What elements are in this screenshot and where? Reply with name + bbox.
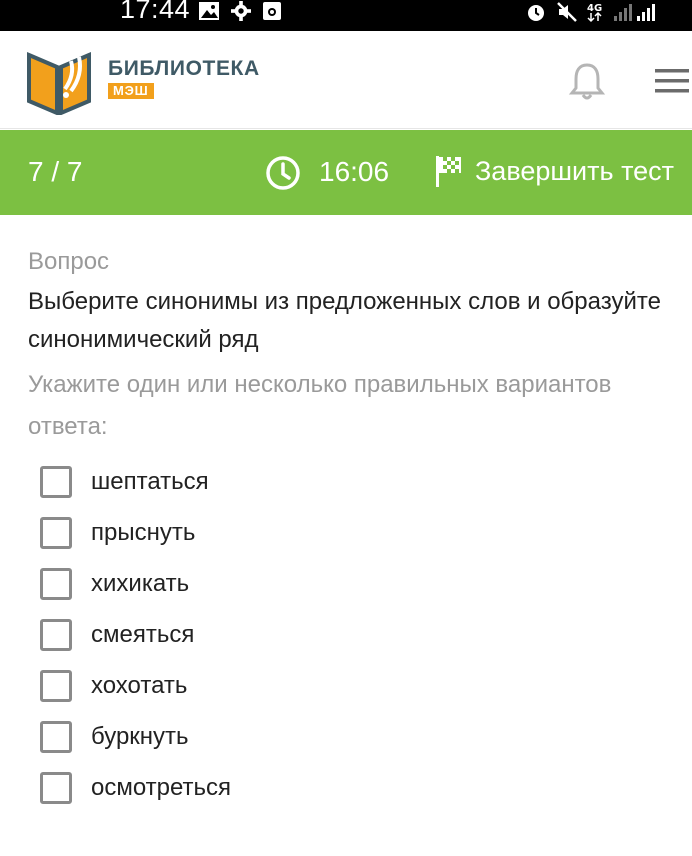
status-right-icons: 4G: [524, 1, 656, 23]
logo-subtitle: МЭШ: [108, 83, 154, 99]
status-left-icons: [198, 1, 282, 21]
status-bar: 17:44 4G: [0, 0, 692, 31]
finish-flag-icon: [436, 156, 461, 187]
answer-options: шептаться прыснуть хихикать смеяться хох…: [40, 456, 231, 813]
question-text: Выберите синонимы из предложенных слов и…: [28, 288, 661, 353]
bell-icon[interactable]: [568, 61, 606, 101]
answer-hint: Укажите один или несколько правильных ва…: [28, 371, 612, 440]
option-checkbox[interactable]: [40, 669, 72, 702]
answer-option[interactable]: смеяться: [40, 609, 231, 660]
image-icon: [199, 2, 219, 20]
finish-test-button[interactable]: Завершить тест: [433, 154, 674, 188]
clock-icon: [266, 156, 300, 190]
answer-option[interactable]: хихикать: [40, 558, 231, 609]
question-label: Вопрос: [28, 248, 110, 275]
settings-icon: [231, 1, 251, 21]
test-toolbar: 7 / 7 16:06 Завершить тест: [0, 130, 692, 215]
svg-text:4G: 4G: [587, 3, 602, 14]
option-checkbox[interactable]: [40, 567, 72, 600]
option-label[interactable]: прыснуть: [91, 519, 195, 547]
option-label[interactable]: смеяться: [91, 621, 194, 649]
answer-option[interactable]: осмотреться: [40, 762, 231, 813]
option-checkbox[interactable]: [40, 771, 72, 804]
library-logo-icon[interactable]: [27, 45, 91, 115]
option-checkbox[interactable]: [40, 720, 72, 753]
alarm-icon: [528, 5, 544, 21]
logo-title: БИБЛИОТЕКА: [108, 57, 260, 80]
hamburger-menu-icon[interactable]: [655, 69, 689, 93]
test-timer: 16:06: [319, 156, 390, 187]
signal-icon: [614, 4, 655, 21]
answer-option[interactable]: прыснуть: [40, 507, 231, 558]
option-label[interactable]: хихикать: [91, 570, 189, 598]
mute-icon: [557, 2, 577, 22]
network-4g-icon: 4G: [587, 3, 602, 23]
option-label[interactable]: осмотреться: [91, 774, 231, 802]
status-time: 17:44: [120, 0, 191, 24]
finish-test-label: Завершить тест: [475, 155, 675, 186]
option-label[interactable]: хохотать: [91, 672, 187, 700]
answer-option[interactable]: буркнуть: [40, 711, 231, 762]
question-progress: 7 / 7: [28, 156, 83, 187]
photo-icon: [263, 2, 281, 20]
option-label[interactable]: шептаться: [91, 468, 209, 496]
answer-option[interactable]: шептаться: [40, 456, 231, 507]
question-block: Вопрос Выберите синонимы из предложенных…: [28, 248, 668, 448]
option-checkbox[interactable]: [40, 516, 72, 549]
option-label[interactable]: буркнуть: [91, 723, 189, 751]
answer-option[interactable]: хохотать: [40, 660, 231, 711]
app-header: БИБЛИОТЕКА МЭШ: [0, 31, 692, 129]
option-checkbox[interactable]: [40, 618, 72, 651]
option-checkbox[interactable]: [40, 465, 72, 498]
